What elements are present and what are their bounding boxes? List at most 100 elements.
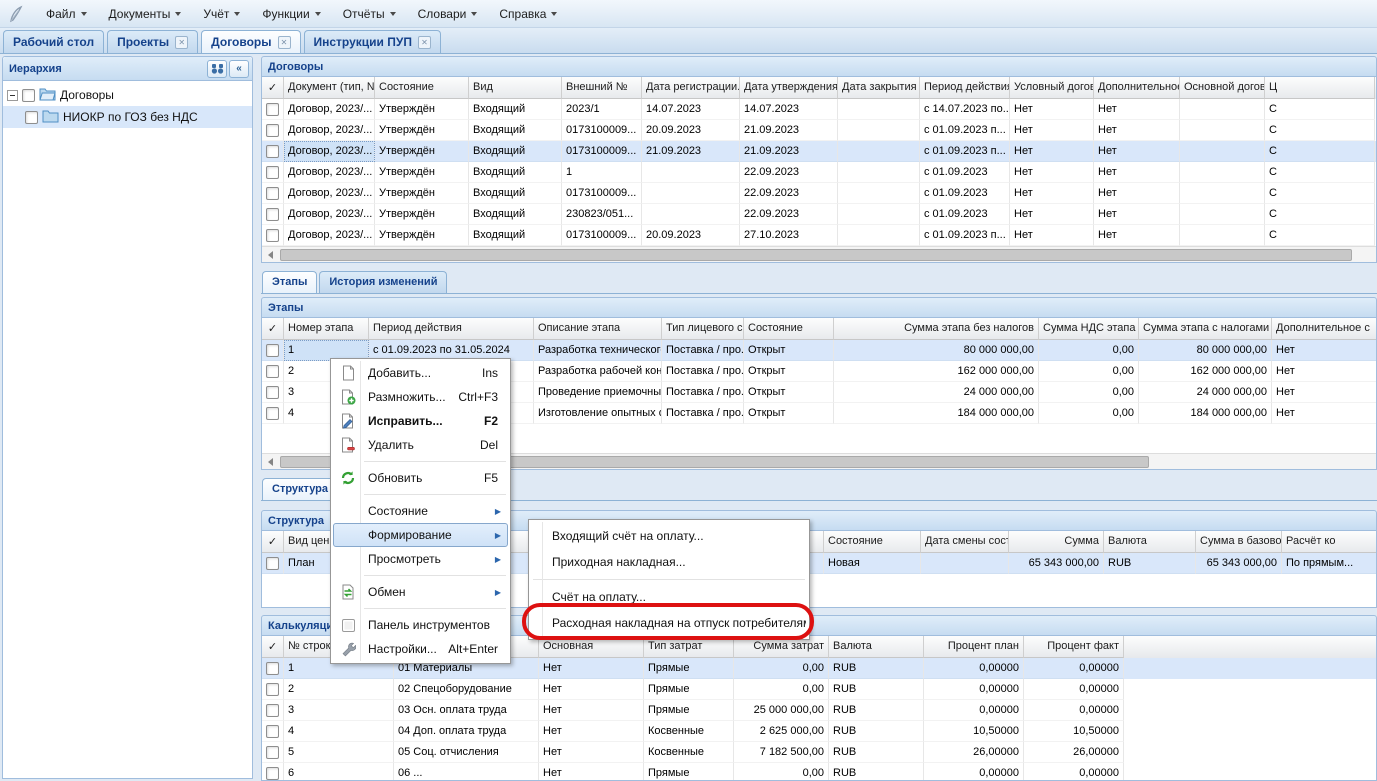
table-row[interactable]: 505 Соц. отчисленияНетКосвенные7 182 500… [262,742,1376,763]
row-checkbox-cell[interactable] [262,721,284,742]
column-header[interactable]: Номер этапа [284,318,369,340]
menu-reports[interactable]: Отчёты [333,3,406,25]
column-header[interactable]: Сумма этапа без налогов [834,318,1039,340]
menu-item-duplicate[interactable]: Размножить...Ctrl+F3 [333,385,508,409]
table-row[interactable]: Договор, 2023/...УтверждёнВходящий017310… [262,141,1376,162]
row-checkbox-cell[interactable] [262,742,284,763]
row-checkbox[interactable] [266,683,279,696]
tree-checkbox[interactable] [25,111,38,124]
row-checkbox[interactable] [266,767,279,780]
scrollbar-thumb[interactable] [280,249,1352,261]
row-checkbox-cell[interactable] [262,553,284,574]
menu-documents[interactable]: Документы [99,3,192,25]
row-checkbox-cell[interactable] [262,204,284,225]
menu-item-state[interactable]: Состояние▶ [333,499,508,523]
row-checkbox-cell[interactable] [262,679,284,700]
row-checkbox[interactable] [266,344,279,357]
tree-node-contracts[interactable]: Договоры [3,84,252,106]
row-checkbox[interactable] [266,124,279,137]
row-checkbox-cell[interactable] [262,700,284,721]
table-row[interactable]: Договор, 2023/...УтверждёнВходящий017310… [262,225,1376,246]
row-checkbox[interactable] [266,365,279,378]
column-header[interactable]: Основной договор [1180,77,1265,99]
menu-item-receipt-note[interactable]: Приходная накладная... [531,549,807,575]
menu-item-add[interactable]: Добавить...Ins [333,361,508,385]
tree-collapse-icon[interactable] [7,90,18,101]
table-row[interactable]: Договор, 2023/...УтверждёнВходящий2023/1… [262,99,1376,120]
row-checkbox[interactable] [266,557,279,570]
table-row[interactable]: Договор, 2023/...УтверждёнВходящий017310… [262,183,1376,204]
tree-checkbox[interactable] [22,89,35,102]
row-checkbox[interactable] [266,229,279,242]
column-header[interactable]: Условный договор [1010,77,1094,99]
column-header[interactable]: Описание этапа [534,318,662,340]
menu-item-generate[interactable]: Формирование▶ [333,523,508,547]
row-checkbox-cell[interactable] [262,141,284,162]
tab-structure[interactable]: Структура [262,478,338,500]
column-header[interactable]: Сумма в базовой в [1196,531,1282,553]
row-checkbox[interactable] [266,208,279,221]
column-header[interactable]: Сумма [1009,531,1104,553]
scroll-left-icon[interactable] [262,454,278,470]
tab-projects[interactable]: Проекты✕ [107,30,198,53]
menu-file[interactable]: Файл [36,3,97,25]
column-header[interactable]: Дата закрытия [838,77,920,99]
tab-desktop[interactable]: Рабочий стол [3,30,104,53]
column-header[interactable]: Вид [469,77,562,99]
tab-change-history[interactable]: История изменений [319,271,447,293]
row-checkbox-cell[interactable] [262,120,284,141]
column-header[interactable]: Расчёт ко [1282,531,1376,553]
row-checkbox[interactable] [266,746,279,759]
table-row[interactable]: 404 Доп. оплата трудаНетКосвенные2 625 0… [262,721,1376,742]
menu-item-toolbar-panel[interactable]: Панель инструментов [333,613,508,637]
scroll-left-icon[interactable] [262,247,278,263]
menu-item-delete[interactable]: УдалитьDel [333,433,508,457]
row-checkbox-cell[interactable] [262,382,284,403]
column-header[interactable]: Период действия.. [920,77,1010,99]
row-checkbox-cell[interactable] [262,340,284,361]
close-icon[interactable]: ✕ [418,36,431,49]
row-checkbox[interactable] [266,166,279,179]
menu-item-exchange[interactable]: Обмен▶ [333,580,508,604]
menu-item-settings[interactable]: Настройки...Alt+Enter [333,637,508,661]
table-row[interactable]: 606 ...НетПрямые0,00RUB0,000000,00000 [262,763,1376,781]
column-header[interactable]: ✓ [262,318,284,340]
column-header[interactable]: Дата регистрации. [642,77,740,99]
tree-node-niokr[interactable]: НИОКР по ГОЗ без НДС [3,106,252,128]
table-row[interactable]: Договор, 2023/...УтверждёнВходящий017310… [262,120,1376,141]
menu-item-invoice[interactable]: Счёт на оплату... [531,584,807,610]
column-header[interactable]: Тип лицевого счёт [662,318,744,340]
table-row[interactable]: Договор, 2023/...УтверждёнВходящий122.09… [262,162,1376,183]
column-header[interactable]: Период действия [369,318,534,340]
column-header[interactable]: Состояние [824,531,921,553]
column-header[interactable]: Дополнительное с [1272,318,1376,340]
row-checkbox-cell[interactable] [262,162,284,183]
column-header[interactable]: ✓ [262,77,284,99]
row-checkbox[interactable] [266,662,279,675]
column-header[interactable]: Дополнительное с [1094,77,1180,99]
horizontal-splitter[interactable] [261,263,1377,270]
row-checkbox[interactable] [266,704,279,717]
row-checkbox-cell[interactable] [262,99,284,120]
contracts-hscrollbar[interactable] [262,246,1376,262]
table-row[interactable]: 202 СпецоборудованиеНетПрямые0,00RUB0,00… [262,679,1376,700]
row-checkbox[interactable] [266,145,279,158]
column-header[interactable]: Состояние [375,77,469,99]
menu-item-refresh[interactable]: ОбновитьF5 [333,466,508,490]
close-icon[interactable]: ✕ [278,36,291,49]
row-checkbox[interactable] [266,725,279,738]
tab-stages[interactable]: Этапы [262,271,317,293]
column-header[interactable]: Ц [1265,77,1375,99]
row-checkbox-cell[interactable] [262,225,284,246]
column-header[interactable]: Сумма НДС этапа [1039,318,1139,340]
menu-item-edit[interactable]: Исправить...F2 [333,409,508,433]
row-checkbox-cell[interactable] [262,403,284,424]
menu-item-consumer-dispatch-note[interactable]: Расходная накладная на отпуск потребител… [531,610,807,636]
collapse-panel-icon[interactable]: « [229,60,249,78]
row-checkbox[interactable] [266,103,279,116]
row-checkbox[interactable] [266,386,279,399]
search-icon[interactable] [207,60,227,78]
row-checkbox-cell[interactable] [262,361,284,382]
close-icon[interactable]: ✕ [175,36,188,49]
column-header[interactable]: Процент факт [1024,636,1124,658]
